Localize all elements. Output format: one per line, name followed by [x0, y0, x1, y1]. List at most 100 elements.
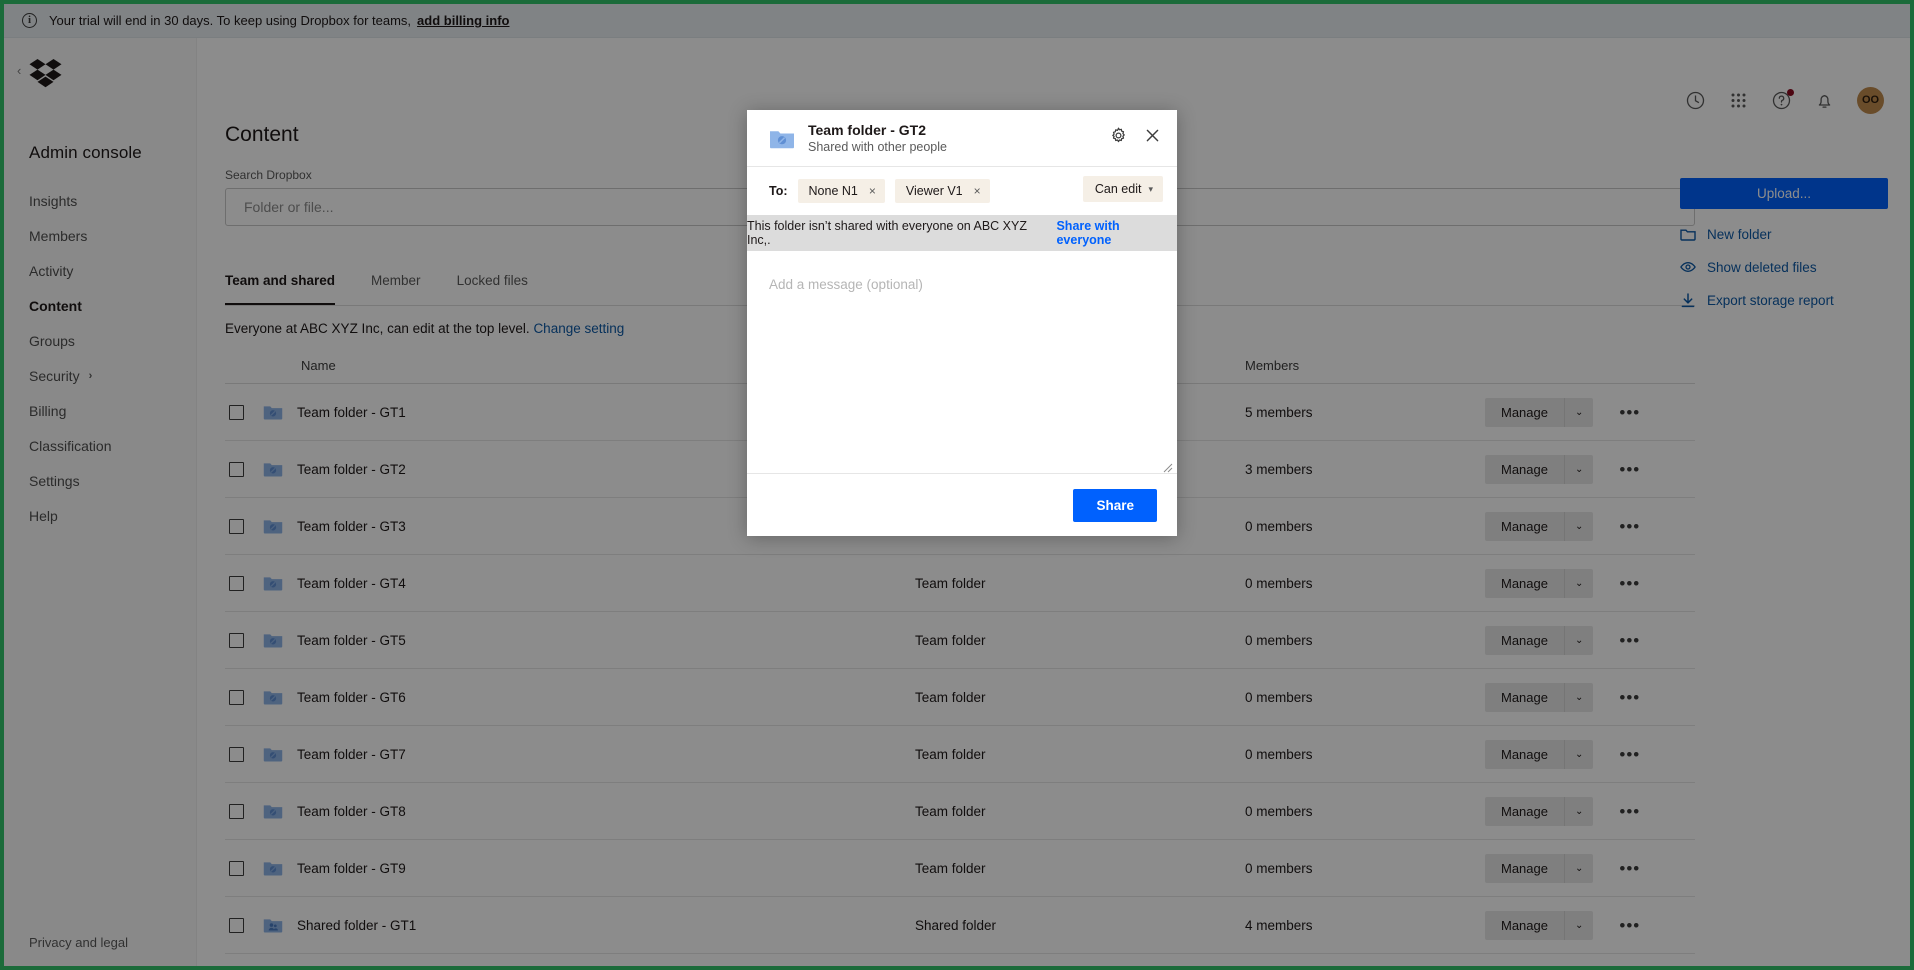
- manage-button[interactable]: Manage ⌄: [1485, 397, 1594, 427]
- export-storage-report-button[interactable]: Export storage report: [1680, 292, 1888, 308]
- manage-button[interactable]: Manage ⌄: [1485, 625, 1594, 655]
- row-checkbox[interactable]: [229, 746, 244, 762]
- message-textarea[interactable]: Add a message (optional): [747, 251, 1177, 474]
- row-name-cell: Team folder - GT8: [259, 802, 915, 820]
- recipients-field[interactable]: To: None N1 × Viewer V1 × Can edit ▾: [747, 167, 1177, 215]
- sidebar-item-settings[interactable]: Settings: [4, 468, 197, 494]
- row-name-label: Team folder - GT8: [297, 803, 406, 819]
- manage-button-label: Manage: [1485, 454, 1565, 484]
- resize-handle-icon[interactable]: [1163, 460, 1173, 473]
- chevron-down-icon[interactable]: ⌄: [1564, 853, 1594, 883]
- row-overflow-menu-icon[interactable]: •••: [1619, 461, 1640, 478]
- row-checkbox[interactable]: [229, 632, 244, 648]
- manage-button[interactable]: Manage ⌄: [1485, 796, 1594, 826]
- row-checkbox[interactable]: [229, 860, 244, 876]
- row-actions-cell: Manage ⌄ •••: [1485, 568, 1695, 598]
- table-row[interactable]: Team folder - GT5 Team folder 0 members Man…: [225, 612, 1695, 669]
- row-overflow-menu-icon[interactable]: •••: [1619, 632, 1640, 649]
- sidebar-item-security[interactable]: Security ›: [4, 363, 197, 389]
- sidebar-item-content[interactable]: Content: [4, 293, 197, 319]
- close-icon[interactable]: ×: [869, 184, 876, 198]
- sidebar-item-groups[interactable]: Groups: [4, 328, 197, 354]
- row-overflow-menu-icon[interactable]: •••: [1619, 860, 1640, 877]
- bell-icon[interactable]: [1814, 90, 1835, 111]
- sidebar-item-classification[interactable]: Classification: [4, 433, 197, 459]
- row-checkbox[interactable]: [229, 518, 244, 534]
- sidebar-collapse-icon[interactable]: ‹: [17, 64, 21, 77]
- manage-button[interactable]: Manage ⌄: [1485, 853, 1594, 883]
- row-overflow-menu-icon[interactable]: •••: [1619, 575, 1640, 592]
- share-with-everyone-link[interactable]: Share with everyone: [1056, 219, 1177, 247]
- row-name-label: Team folder - GT4: [297, 575, 406, 591]
- permission-select[interactable]: Can edit ▾: [1082, 176, 1163, 202]
- manage-button[interactable]: Manage ⌄: [1485, 739, 1594, 769]
- row-actions-cell: Manage ⌄ •••: [1485, 454, 1695, 484]
- add-billing-info-link[interactable]: add billing info: [417, 13, 509, 28]
- recipient-chip[interactable]: None N1 ×: [797, 179, 885, 203]
- share-button[interactable]: Share: [1073, 488, 1157, 522]
- tab-locked-files[interactable]: Locked files: [457, 273, 528, 305]
- row-name-label: Team folder - GT3: [297, 518, 406, 534]
- chevron-down-icon[interactable]: ⌄: [1564, 682, 1594, 712]
- chevron-down-icon[interactable]: ⌄: [1564, 511, 1594, 541]
- chevron-down-icon[interactable]: ⌄: [1564, 397, 1594, 427]
- table-row[interactable]: Team folder - GT7 Team folder 0 members Man…: [225, 726, 1695, 783]
- table-row[interactable]: Team folder - GT9 Team folder 0 members Man…: [225, 840, 1695, 897]
- help-icon[interactable]: [1771, 88, 1794, 111]
- show-deleted-files-button[interactable]: Show deleted files: [1680, 259, 1888, 275]
- browser-frame: i Your trial will end in 30 days. To kee…: [4, 4, 1910, 966]
- row-overflow-menu-icon[interactable]: •••: [1619, 746, 1640, 763]
- clock-icon[interactable]: [1685, 90, 1706, 111]
- row-actions-cell: Manage ⌄ •••: [1485, 853, 1695, 883]
- row-checkbox[interactable]: [229, 404, 244, 420]
- privacy-and-legal-link[interactable]: Privacy and legal: [29, 935, 128, 950]
- row-overflow-menu-icon[interactable]: •••: [1619, 689, 1640, 706]
- table-row[interactable]: Shared folder - GT2Shared folder4 member…: [225, 954, 1695, 966]
- upload-button[interactable]: Upload...: [1680, 178, 1888, 209]
- chevron-down-icon[interactable]: ⌄: [1564, 739, 1594, 769]
- chevron-down-icon[interactable]: ⌄: [1564, 796, 1594, 826]
- chevron-down-icon[interactable]: ⌄: [1564, 454, 1594, 484]
- sidebar-item-activity[interactable]: Activity: [4, 258, 197, 284]
- row-overflow-menu-icon[interactable]: •••: [1619, 917, 1640, 934]
- tab-member[interactable]: Member: [371, 273, 421, 305]
- row-checkbox[interactable]: [229, 917, 244, 933]
- sidebar-item-members[interactable]: Members: [4, 223, 197, 249]
- manage-button[interactable]: Manage ⌄: [1485, 682, 1594, 712]
- row-checkbox[interactable]: [229, 575, 244, 591]
- sidebar-item-help[interactable]: Help: [4, 503, 197, 529]
- chevron-down-icon[interactable]: ⌄: [1564, 568, 1594, 598]
- chevron-down-icon[interactable]: ⌄: [1564, 910, 1594, 940]
- share-folder-modal: Team folder - GT2 Shared with other peop…: [747, 110, 1177, 536]
- team-folder-icon: [263, 802, 283, 820]
- apps-grid-icon[interactable]: [1728, 90, 1749, 111]
- recipient-chip-label: Viewer V1: [905, 184, 963, 198]
- close-icon[interactable]: ×: [974, 184, 981, 198]
- row-checkbox[interactable]: [229, 803, 244, 819]
- manage-button[interactable]: Manage ⌄: [1485, 910, 1594, 940]
- table-row[interactable]: Shared folder - GT1 Shared folder 4 member…: [225, 897, 1695, 954]
- table-row[interactable]: Team folder - GT4 Team folder 0 members Man…: [225, 555, 1695, 612]
- new-folder-button[interactable]: New folder: [1680, 226, 1888, 242]
- gear-icon[interactable]: [1110, 127, 1127, 144]
- row-overflow-menu-icon[interactable]: •••: [1619, 803, 1640, 820]
- sidebar-item-billing[interactable]: Billing: [4, 398, 197, 424]
- avatar[interactable]: OO: [1857, 86, 1884, 114]
- manage-button[interactable]: Manage ⌄: [1485, 568, 1594, 598]
- tab-team-and-shared[interactable]: Team and shared: [225, 273, 336, 305]
- dropbox-logo[interactable]: [29, 58, 63, 90]
- table-row[interactable]: Team folder - GT8 Team folder 0 members Man…: [225, 783, 1695, 840]
- change-setting-link[interactable]: Change setting: [533, 321, 624, 336]
- row-overflow-menu-icon[interactable]: •••: [1619, 518, 1640, 535]
- row-overflow-menu-icon[interactable]: •••: [1619, 404, 1640, 421]
- row-checkbox[interactable]: [229, 461, 244, 477]
- close-icon[interactable]: [1144, 127, 1161, 144]
- manage-button[interactable]: Manage ⌄: [1485, 511, 1594, 541]
- recipient-chip[interactable]: Viewer V1 ×: [894, 179, 990, 203]
- sidebar-item-insights[interactable]: Insights: [4, 188, 197, 214]
- table-row[interactable]: Team folder - GT6 Team folder 0 members Man…: [225, 669, 1695, 726]
- chevron-down-icon[interactable]: ⌄: [1564, 625, 1594, 655]
- row-actions-cell: Manage ⌄ •••: [1485, 910, 1695, 940]
- row-checkbox[interactable]: [229, 689, 244, 705]
- manage-button[interactable]: Manage ⌄: [1485, 454, 1594, 484]
